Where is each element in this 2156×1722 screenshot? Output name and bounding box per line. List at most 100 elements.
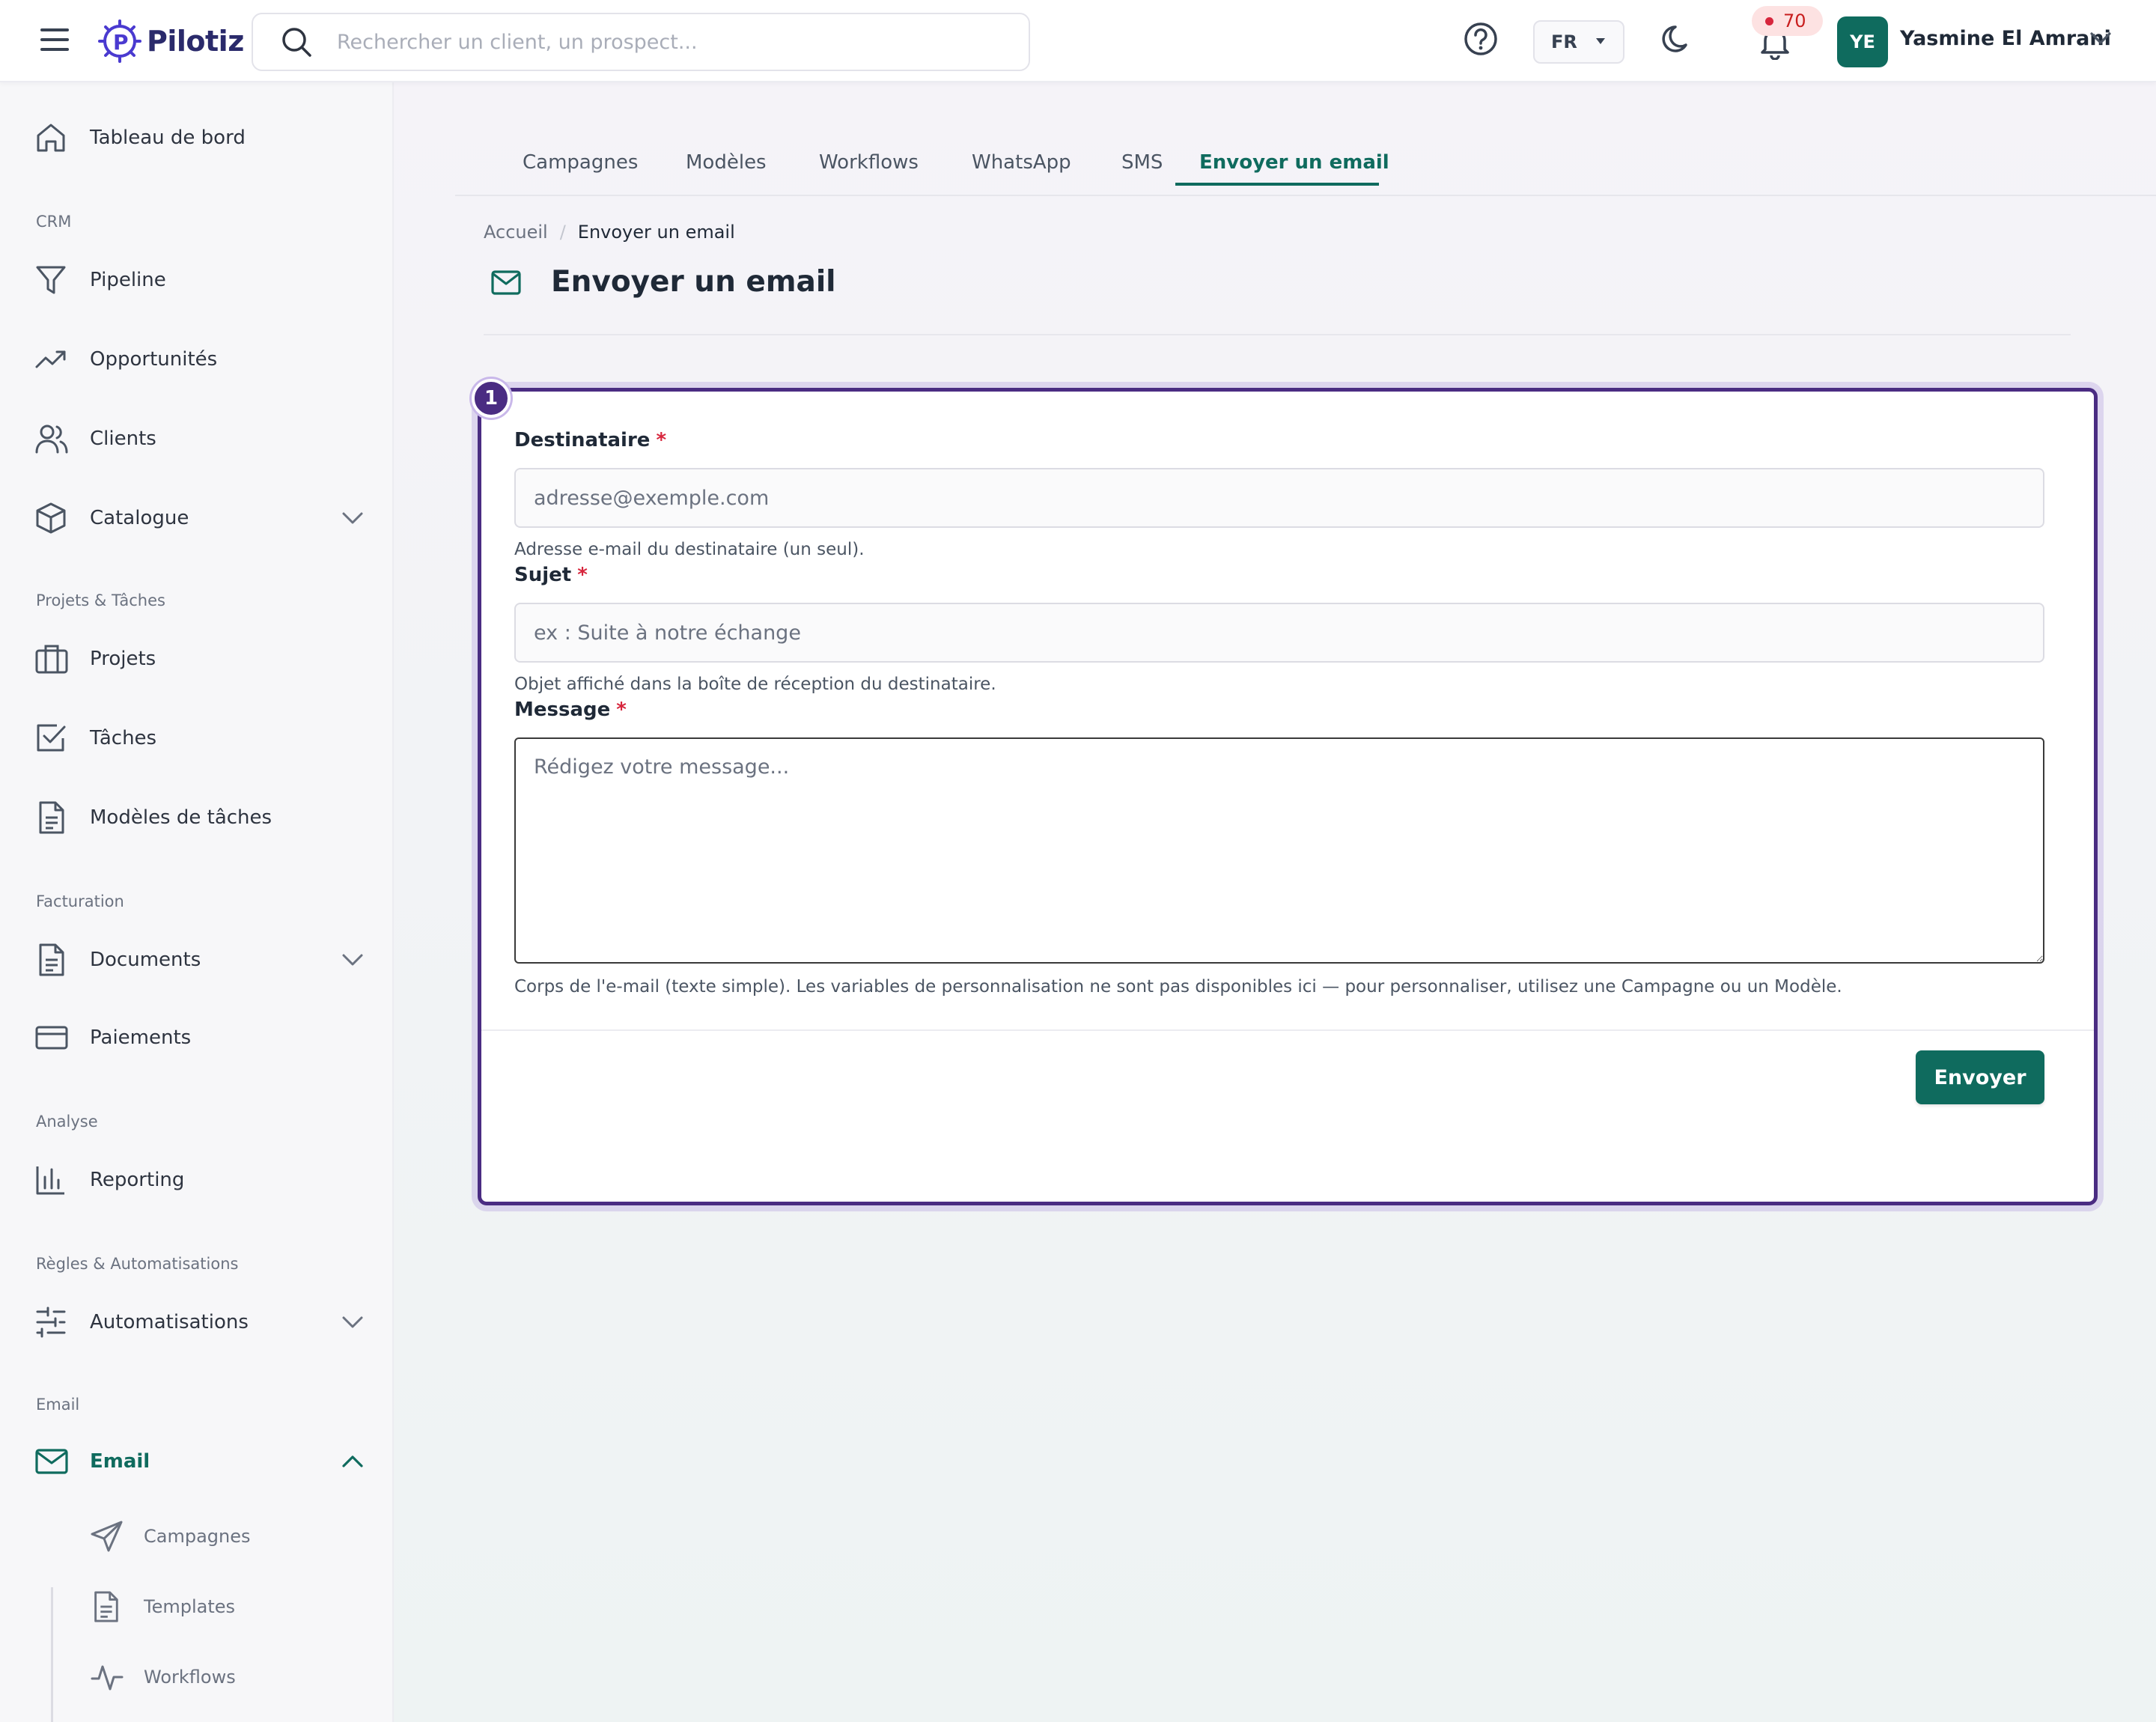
sidebar-item-label: Email (90, 1450, 150, 1473)
sidebar-item-label: Clients (90, 428, 156, 450)
sidebar-subitem-label: Campagnes (144, 1526, 251, 1547)
message-hint: Corps de l'e-mail (texte simple). Les va… (514, 977, 1842, 997)
global-search[interactable] (252, 13, 1030, 71)
help-icon[interactable] (1463, 21, 1499, 57)
sidebar-item-label: Projets (90, 648, 156, 670)
breadcrumb-current: Envoyer un email (577, 222, 735, 243)
sidebar-item-projects[interactable]: Projets (34, 636, 364, 681)
subject-label-text: Sujet (514, 564, 572, 586)
caret-down-icon (1596, 38, 1605, 44)
sidebar-subitem-label: Templates (144, 1596, 236, 1617)
sidebar-item-documents[interactable]: Documents (34, 937, 364, 982)
sidebar-item-label: Tableau de bord (90, 127, 246, 149)
tab-templates[interactable]: Modèles (686, 151, 767, 174)
chevron-up-icon[interactable] (341, 1454, 364, 1469)
step-number-badge: 1 (472, 379, 511, 418)
box-icon (36, 502, 66, 534)
section-label-projects: Projets & Tâches (36, 591, 165, 609)
trend-up-icon (35, 350, 66, 368)
search-input[interactable] (337, 30, 1011, 54)
mail-icon (491, 270, 521, 295)
tab-bar: Campagnes Modèles Workflows WhatsApp SMS… (455, 135, 2156, 196)
document-icon (39, 801, 64, 834)
search-icon (282, 28, 311, 57)
menu-icon[interactable] (39, 24, 70, 55)
sidebar-item-task-templates[interactable]: Modèles de tâches (34, 795, 364, 840)
tab-sms[interactable]: SMS (1121, 151, 1163, 174)
section-label-billing: Facturation (36, 892, 124, 910)
home-icon (37, 124, 65, 152)
send-button[interactable]: Envoyer (1916, 1050, 2044, 1104)
title-divider (484, 334, 2071, 335)
notifications-badge[interactable]: 70 (1752, 6, 1823, 36)
sidebar-item-label: Opportunités (90, 348, 218, 371)
sidebar-item-label: Tâches (90, 727, 157, 749)
sidebar-subitem-label: Workflows (144, 1667, 236, 1688)
briefcase-icon (35, 645, 68, 674)
chevron-down-icon[interactable] (341, 1315, 364, 1330)
page-title: Envoyer un email (551, 265, 836, 299)
sidebar: Tableau de bord CRM Pipeline Opportunité… (0, 82, 394, 1722)
sidebar-item-opportunities[interactable]: Opportunités (34, 337, 364, 382)
sidebar-item-payments[interactable]: Paiements (34, 1015, 364, 1060)
sidebar-item-label: Pipeline (90, 269, 166, 291)
brand-name: Pilotiz (147, 25, 244, 58)
sidebar-item-label: Reporting (90, 1169, 185, 1191)
sidebar-item-email[interactable]: Email (34, 1439, 364, 1484)
form-footer-divider (481, 1029, 2094, 1031)
moon-icon[interactable] (1660, 22, 1695, 57)
required-marker: * (577, 564, 588, 586)
sidebar-item-label: Modèles de tâches (90, 806, 272, 829)
language-select[interactable]: FR (1533, 20, 1624, 64)
sidebar-item-dashboard[interactable]: Tableau de bord (34, 115, 364, 160)
sidebar-item-label: Automatisations (90, 1311, 249, 1333)
bar-chart-icon (36, 1166, 64, 1195)
recipient-label: Destinataire * (514, 429, 666, 451)
sidebar-item-tasks[interactable]: Tâches (34, 716, 364, 761)
checkbox-icon (37, 724, 66, 752)
section-label-crm: CRM (36, 213, 72, 231)
chevron-down-icon[interactable] (2089, 30, 2113, 46)
send-email-form: Destinataire* Adresse e-mail du destinat… (478, 388, 2098, 1205)
mail-icon (35, 1449, 68, 1474)
sidebar-subitem-workflows[interactable]: Workflows (90, 1656, 359, 1698)
sidebar-item-label: Documents (90, 949, 201, 971)
message-textarea[interactable] (514, 737, 2044, 964)
document-icon (94, 1591, 118, 1622)
sidebar-subitem-campaigns[interactable]: Campagnes (90, 1515, 359, 1557)
chevron-down-icon[interactable] (341, 511, 364, 526)
subject-input[interactable] (514, 603, 2044, 663)
breadcrumb: Accueil / Envoyer un email (484, 222, 735, 243)
tab-whatsapp[interactable]: WhatsApp (972, 151, 1071, 174)
send-icon (91, 1521, 123, 1552)
required-marker: * (616, 699, 627, 721)
user-name[interactable]: Yasmine El Amrani (1900, 27, 2111, 50)
tab-workflows[interactable]: Workflows (819, 151, 919, 174)
subject-label: Sujet * (514, 564, 588, 586)
send-email-form-wrapper: 1 Destinataire* Adresse e-mail du destin… (472, 379, 2104, 1208)
sidebar-subitem-templates[interactable]: Templates (90, 1586, 359, 1628)
filter-icon (36, 266, 66, 294)
active-tab-indicator (1175, 183, 1379, 186)
sidebar-item-reporting[interactable]: Reporting (34, 1157, 364, 1202)
brand-logo[interactable]: P Pilotiz (97, 18, 244, 64)
message-label: Message * (514, 699, 627, 721)
section-label-analysis: Analyse (36, 1113, 98, 1131)
section-label-rules: Règles & Automatisations (36, 1255, 239, 1273)
tab-send-email[interactable]: Envoyer un email (1199, 151, 1389, 174)
sidebar-item-pipeline[interactable]: Pipeline (34, 258, 364, 302)
sidebar-item-label: Catalogue (90, 507, 189, 529)
avatar[interactable]: YE (1837, 16, 1888, 67)
submenu-rail (51, 1587, 53, 1722)
sidebar-item-automations[interactable]: Automatisations (34, 1300, 364, 1345)
recipient-email-input[interactable] (514, 468, 2044, 528)
chevron-down-icon[interactable] (341, 952, 364, 967)
recipient-label-text: Destinataire (514, 429, 651, 451)
sidebar-item-clients[interactable]: Clients (34, 416, 364, 461)
tab-campaigns[interactable]: Campagnes (523, 151, 638, 174)
sidebar-item-catalogue[interactable]: Catalogue (34, 496, 364, 541)
breadcrumb-home[interactable]: Accueil (484, 222, 548, 243)
subject-hint: Objet affiché dans la boîte de réception… (514, 675, 996, 694)
message-label-text: Message (514, 699, 611, 721)
credit-card-icon (35, 1026, 68, 1050)
